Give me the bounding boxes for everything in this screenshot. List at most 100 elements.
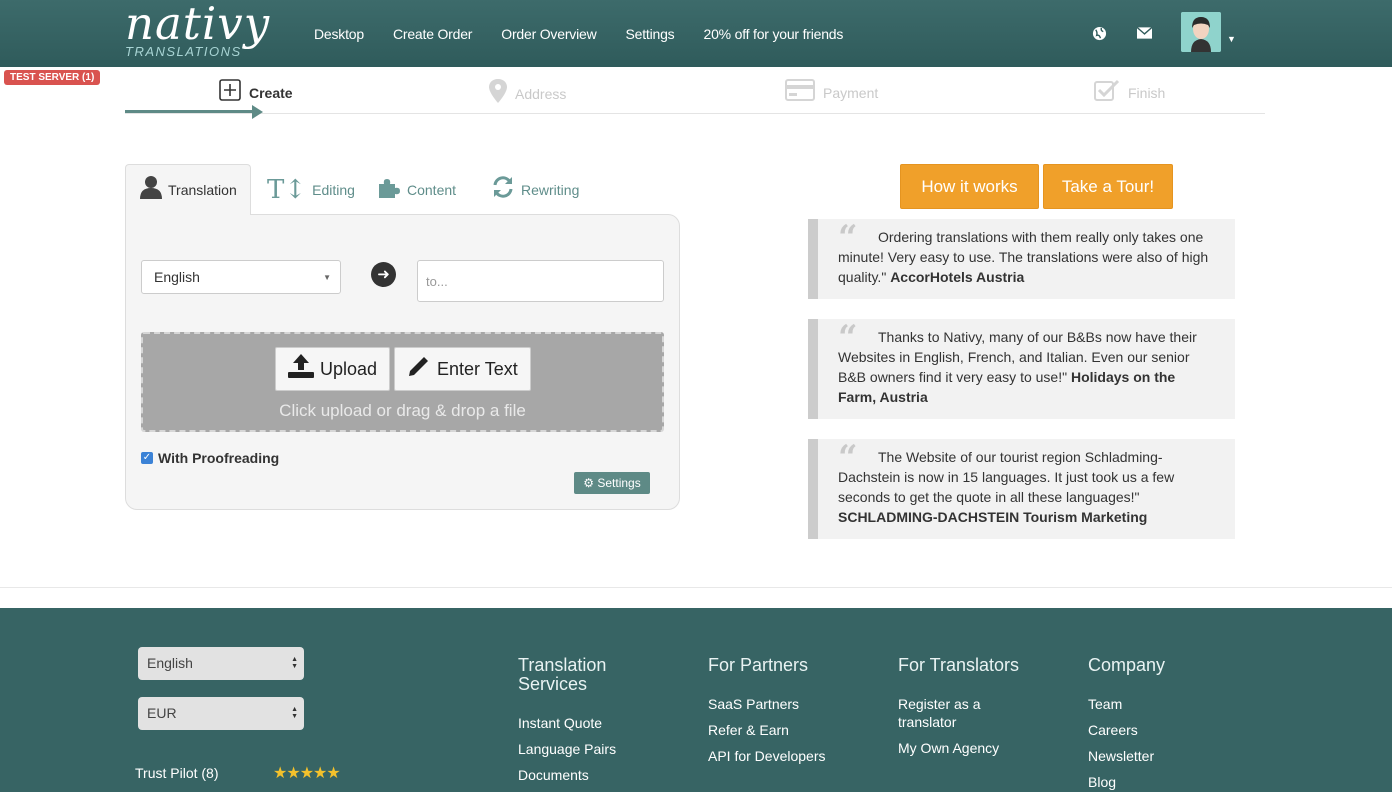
step-address: Address bbox=[489, 79, 566, 109]
dropdown-arrow-icon: ▼ bbox=[323, 272, 331, 282]
globe-icon[interactable] bbox=[1092, 26, 1107, 45]
proofreading-option[interactable]: ✓ With Proofreading bbox=[141, 450, 279, 466]
quote-icon: “ bbox=[838, 218, 858, 258]
nav-create-order[interactable]: Create Order bbox=[393, 26, 472, 42]
step-label: Finish bbox=[1128, 85, 1166, 101]
trustpilot-label[interactable]: Trust Pilot (8) bbox=[135, 765, 219, 781]
footer-col-translation-services: Translation Services Instant Quote Langu… bbox=[518, 656, 668, 792]
divider bbox=[0, 587, 1392, 588]
progress-arrow-icon bbox=[252, 105, 263, 119]
tab-content[interactable]: Content bbox=[377, 164, 456, 215]
logo-word: nativy bbox=[125, 0, 271, 50]
user-avatar[interactable] bbox=[1181, 12, 1221, 52]
nav-settings[interactable]: Settings bbox=[626, 26, 675, 42]
tab-label: Translation bbox=[168, 182, 237, 198]
main-nav: Desktop Create Order Order Overview Sett… bbox=[314, 0, 872, 67]
how-it-works-button[interactable]: How it works bbox=[900, 164, 1039, 209]
arrow-right-icon: ➜ bbox=[371, 262, 396, 287]
text-height-icon: T↕ bbox=[267, 174, 307, 205]
nav-referral[interactable]: 20% off for your friends bbox=[704, 26, 844, 42]
footer-link[interactable]: Register as a translator bbox=[898, 695, 1018, 731]
puzzle-icon bbox=[377, 176, 401, 204]
footer-col-title: Translation Services bbox=[518, 655, 607, 694]
nativy-logo[interactable]: nativy TRANSLATIONS bbox=[125, 0, 271, 59]
map-pin-icon bbox=[489, 79, 507, 109]
footer-col-company: Company Team Careers Newsletter Blog bbox=[1088, 656, 1238, 799]
step-payment: Payment bbox=[785, 79, 878, 107]
footer-link[interactable]: SaaS Partners bbox=[708, 695, 868, 713]
nav-desktop[interactable]: Desktop bbox=[314, 26, 364, 42]
testimonial: “ Ordering translations with them really… bbox=[808, 219, 1235, 299]
check-square-icon bbox=[1094, 79, 1120, 107]
upload-icon bbox=[288, 354, 314, 384]
order-stepper: Create Address Payment Finish bbox=[125, 67, 1265, 114]
testimonial: “ The Website of our tourist region Schl… bbox=[808, 439, 1235, 539]
footer-link[interactable]: Newsletter bbox=[1088, 747, 1238, 765]
enter-text-label: Enter Text bbox=[437, 358, 518, 379]
select-arrows-icon: ▲ ▼ bbox=[291, 706, 298, 720]
tab-rewriting[interactable]: Rewriting bbox=[491, 164, 579, 215]
target-language-input[interactable]: to... bbox=[417, 260, 664, 302]
credit-card-icon bbox=[785, 79, 815, 107]
step-progress-bar bbox=[125, 110, 255, 113]
plus-square-icon bbox=[219, 79, 241, 107]
upload-button[interactable]: Upload bbox=[275, 347, 391, 391]
refresh-icon bbox=[491, 175, 515, 205]
source-language-select[interactable]: English ▼ bbox=[141, 260, 341, 294]
settings-button[interactable]: ⚙ Settings bbox=[574, 472, 650, 494]
settings-label: Settings bbox=[597, 476, 641, 490]
tab-translation[interactable]: Translation bbox=[125, 164, 251, 215]
testimonial-text: The Website of our tourist region Schlad… bbox=[838, 449, 1175, 505]
footer-currency-select[interactable]: EUR ▲ ▼ bbox=[138, 697, 304, 730]
tab-editing[interactable]: T↕ Editing bbox=[267, 164, 355, 215]
step-create[interactable]: Create bbox=[219, 79, 293, 107]
tab-label: Content bbox=[407, 181, 457, 198]
footer-link[interactable]: My Own Agency bbox=[898, 739, 1018, 757]
footer-col-title: For Translators bbox=[898, 655, 1020, 675]
select-arrows-icon: ▲ ▼ bbox=[291, 656, 298, 670]
user-icon bbox=[140, 175, 162, 205]
star-rating-icon: ★★★★★ bbox=[273, 765, 341, 782]
tab-label: Rewriting bbox=[521, 181, 580, 198]
proofreading-label: With Proofreading bbox=[158, 450, 280, 466]
footer-link[interactable]: Refer & Earn bbox=[708, 721, 868, 739]
source-language-value: English bbox=[154, 269, 200, 285]
step-finish: Finish bbox=[1094, 79, 1165, 107]
testimonial-author: AccorHotels Austria bbox=[890, 269, 1025, 285]
translation-form: English ▼ ➜ to... Upload Enter Text Clic… bbox=[125, 214, 680, 510]
footer-col-translators: For Translators Register as a translator… bbox=[898, 655, 1020, 765]
file-dropzone[interactable]: Upload Enter Text Click upload or drag &… bbox=[141, 332, 664, 432]
footer: English ▲ ▼ EUR ▲ ▼ Trust Pilot (8) ★★★★★ … bbox=[0, 608, 1392, 792]
tab-label: Editing bbox=[312, 181, 355, 198]
nav-order-overview[interactable]: Order Overview bbox=[501, 26, 596, 42]
pencil-icon bbox=[407, 354, 431, 384]
step-label: Payment bbox=[823, 85, 879, 101]
footer-col-partners: For Partners SaaS Partners Refer & Earn … bbox=[708, 656, 868, 773]
user-menu-caret-icon[interactable]: ▼ bbox=[1227, 34, 1236, 44]
footer-link[interactable]: Language Pairs bbox=[518, 740, 668, 758]
footer-link[interactable]: API for Developers bbox=[708, 747, 868, 765]
testimonial: “ Thanks to Nativy, many of our B&Bs now… bbox=[808, 319, 1235, 419]
enter-text-button[interactable]: Enter Text bbox=[394, 347, 531, 391]
top-navbar: nativy TRANSLATIONS Desktop Create Order… bbox=[0, 0, 1392, 67]
quote-icon: “ bbox=[838, 438, 858, 478]
take-tour-button[interactable]: Take a Tour! bbox=[1043, 164, 1173, 209]
footer-currency-value: EUR bbox=[147, 705, 177, 721]
testimonial-author: SCHLADMING-DACHSTEIN Tourism Marketing bbox=[838, 509, 1148, 525]
footer-col-title: Company bbox=[1088, 655, 1166, 675]
upload-label: Upload bbox=[320, 358, 378, 379]
quote-icon: “ bbox=[838, 318, 858, 358]
dropzone-hint: Click upload or drag & drop a file bbox=[279, 401, 526, 420]
footer-language-select[interactable]: English ▲ ▼ bbox=[138, 647, 304, 680]
footer-language-value: English bbox=[147, 655, 193, 671]
step-label: Address bbox=[515, 86, 567, 102]
footer-link[interactable]: Careers bbox=[1088, 721, 1238, 739]
step-label: Create bbox=[249, 85, 293, 101]
footer-link[interactable]: Blog bbox=[1088, 773, 1238, 791]
footer-link[interactable]: Team bbox=[1088, 695, 1238, 713]
footer-link[interactable]: Instant Quote bbox=[518, 714, 668, 732]
footer-link[interactable]: Documents bbox=[518, 766, 668, 784]
envelope-icon[interactable] bbox=[1136, 26, 1153, 43]
proofreading-checkbox[interactable]: ✓ bbox=[141, 452, 153, 464]
test-server-badge: TEST SERVER (1) bbox=[4, 70, 101, 85]
